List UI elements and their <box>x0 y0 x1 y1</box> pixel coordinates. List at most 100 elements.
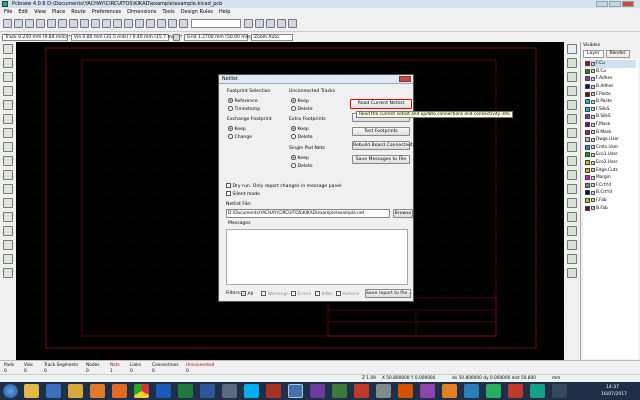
filter-errors-checkbox[interactable]: Errors <box>291 291 311 297</box>
units-mm-icon[interactable] <box>3 100 13 110</box>
taskbar-app-icon[interactable] <box>222 384 237 398</box>
layer-visible-checkbox[interactable]: ✓ <box>591 76 595 81</box>
layer-color-swatch[interactable] <box>585 91 590 97</box>
layer-color-swatch[interactable] <box>585 84 590 90</box>
taskbar-explorer-icon[interactable] <box>24 384 39 398</box>
layer-visible-checkbox[interactable]: ✓ <box>591 130 595 135</box>
dialog-close-icon[interactable] <box>399 76 411 82</box>
find-icon[interactable] <box>168 19 177 28</box>
layer-color-swatch[interactable] <box>585 205 590 211</box>
silent-mode-checkbox[interactable]: Silent mode <box>226 191 260 197</box>
taskbar-app10-icon[interactable] <box>486 384 501 398</box>
save-board-icon[interactable] <box>25 19 34 28</box>
active-layer-selector[interactable] <box>191 19 241 28</box>
cursor-shape-icon[interactable] <box>3 114 13 124</box>
layers-manager-icon[interactable] <box>3 268 13 278</box>
ratsnest-icon[interactable] <box>3 128 13 138</box>
add-circle-icon[interactable] <box>567 170 577 180</box>
route-track-icon[interactable] <box>567 100 577 110</box>
layer-color-swatch[interactable] <box>585 99 590 105</box>
autoplace-icon[interactable] <box>266 19 275 28</box>
menu-help[interactable]: Help <box>219 8 230 16</box>
add-arc-icon[interactable] <box>567 184 577 194</box>
autoroute-icon[interactable] <box>277 19 286 28</box>
layer-row[interactable]: ✓ B.CrtYd <box>585 189 636 197</box>
taskbar-app2-icon[interactable] <box>310 384 325 398</box>
filter-actions-checkbox[interactable]: Actions <box>336 291 359 297</box>
taskbar-media-player-icon[interactable] <box>90 384 105 398</box>
minimize-button[interactable] <box>596 1 608 7</box>
layer-row[interactable]: ✓ B.Cu <box>585 68 636 76</box>
xf-keep-radio[interactable]: Keep <box>291 126 309 132</box>
auto-delete-track-icon[interactable] <box>3 156 13 166</box>
layer-row[interactable]: ✓ B.Mask <box>585 128 636 136</box>
layer-visible-checkbox[interactable]: ✓ <box>591 99 595 104</box>
menu-preferences[interactable]: Preferences <box>92 8 121 16</box>
taskbar-firefox-icon[interactable] <box>112 384 127 398</box>
zone-fill-icon[interactable] <box>3 170 13 180</box>
layer-visible-checkbox[interactable]: ✓ <box>591 69 595 74</box>
layer-color-swatch[interactable] <box>585 129 590 135</box>
menu-tools[interactable]: Tools <box>162 8 174 16</box>
layer-color-swatch[interactable] <box>585 137 590 143</box>
close-window-button[interactable] <box>622 1 634 7</box>
layer-visible-checkbox[interactable]: ✓ <box>591 160 595 165</box>
zoom-fit-icon[interactable] <box>146 19 155 28</box>
save-messages-button[interactable]: Save Messages to File <box>352 155 410 164</box>
layer-color-swatch[interactable] <box>585 76 590 82</box>
layer-visible-checkbox[interactable]: ✓ <box>591 190 595 195</box>
footprint-viewer-icon[interactable] <box>58 19 67 28</box>
layer-color-swatch[interactable] <box>585 106 590 112</box>
taskbar-excel-icon[interactable] <box>178 384 193 398</box>
add-target-icon[interactable] <box>567 226 577 236</box>
layer-color-swatch[interactable] <box>585 197 590 203</box>
sp-keep-radio[interactable]: Keep <box>291 155 309 161</box>
read-current-netlist-button[interactable]: Read Current Netlist <box>350 99 412 109</box>
drc-off-icon[interactable] <box>3 44 13 54</box>
xf-delete-radio[interactable]: Delete <box>291 134 313 140</box>
layer-visible-checkbox[interactable]: ✓ <box>591 137 595 142</box>
zoom-selection-icon[interactable] <box>157 19 166 28</box>
taskbar-app11-icon[interactable] <box>530 384 545 398</box>
taskbar-kicad-icon[interactable] <box>266 384 281 398</box>
menu-file[interactable]: File <box>4 8 12 16</box>
menu-design-rules[interactable]: Design Rules <box>181 8 213 16</box>
select-arrow-icon[interactable] <box>567 44 577 54</box>
layer-color-swatch[interactable] <box>585 175 590 181</box>
layer-row[interactable]: ✓ Eco2.User <box>585 159 636 167</box>
polar-coords-icon[interactable] <box>3 72 13 82</box>
undo-icon[interactable] <box>69 19 78 28</box>
tab-layer[interactable]: Layer <box>583 50 604 58</box>
layer-color-swatch[interactable] <box>585 167 590 173</box>
dry-run-checkbox[interactable]: Dry run. Only report changes in message … <box>226 183 341 189</box>
filter-all-checkbox[interactable]: ✓ All <box>241 291 253 297</box>
drc-icon[interactable] <box>255 19 264 28</box>
track-width-select[interactable]: Track 0.250 mm (9.84 mils) * <box>2 33 71 41</box>
menu-place[interactable]: Place <box>52 8 65 16</box>
maximize-button[interactable] <box>609 1 621 7</box>
layer-color-swatch[interactable] <box>585 114 590 120</box>
delete-tool-icon[interactable] <box>567 240 577 250</box>
layer-visible-checkbox[interactable]: ✓ <box>591 122 595 127</box>
layer-visible-checkbox[interactable]: ✓ <box>591 145 595 150</box>
layer-row[interactable]: ✓ F.Mask <box>585 121 636 129</box>
layer-visible-checkbox[interactable]: ✓ <box>591 114 595 119</box>
taskbar-chrome-icon[interactable] <box>134 384 149 398</box>
set-origin-icon[interactable] <box>567 254 577 264</box>
netlist-icon[interactable] <box>179 19 188 28</box>
ef-change-radio[interactable]: Change <box>228 134 252 140</box>
browse-button[interactable]: Browse <box>393 209 413 218</box>
tab-render[interactable]: Render <box>605 50 630 58</box>
taskbar-app12-icon[interactable] <box>552 384 567 398</box>
microwave-toolbar-icon[interactable] <box>3 254 13 264</box>
layer-row[interactable]: ✓ F.SilkS <box>585 106 636 114</box>
open-board-icon[interactable] <box>14 19 23 28</box>
new-board-icon[interactable] <box>3 19 12 28</box>
add-keepout-icon[interactable] <box>567 142 577 152</box>
taskbar-skype-icon[interactable] <box>244 384 259 398</box>
layer-row[interactable]: ✓ B.Fab <box>585 204 636 212</box>
highlight-net-icon[interactable] <box>567 58 577 68</box>
python-console-icon[interactable] <box>288 19 297 28</box>
layer-visible-checkbox[interactable]: ✓ <box>591 107 595 112</box>
layer-row[interactable]: ✓ B.Adhes <box>585 83 636 91</box>
